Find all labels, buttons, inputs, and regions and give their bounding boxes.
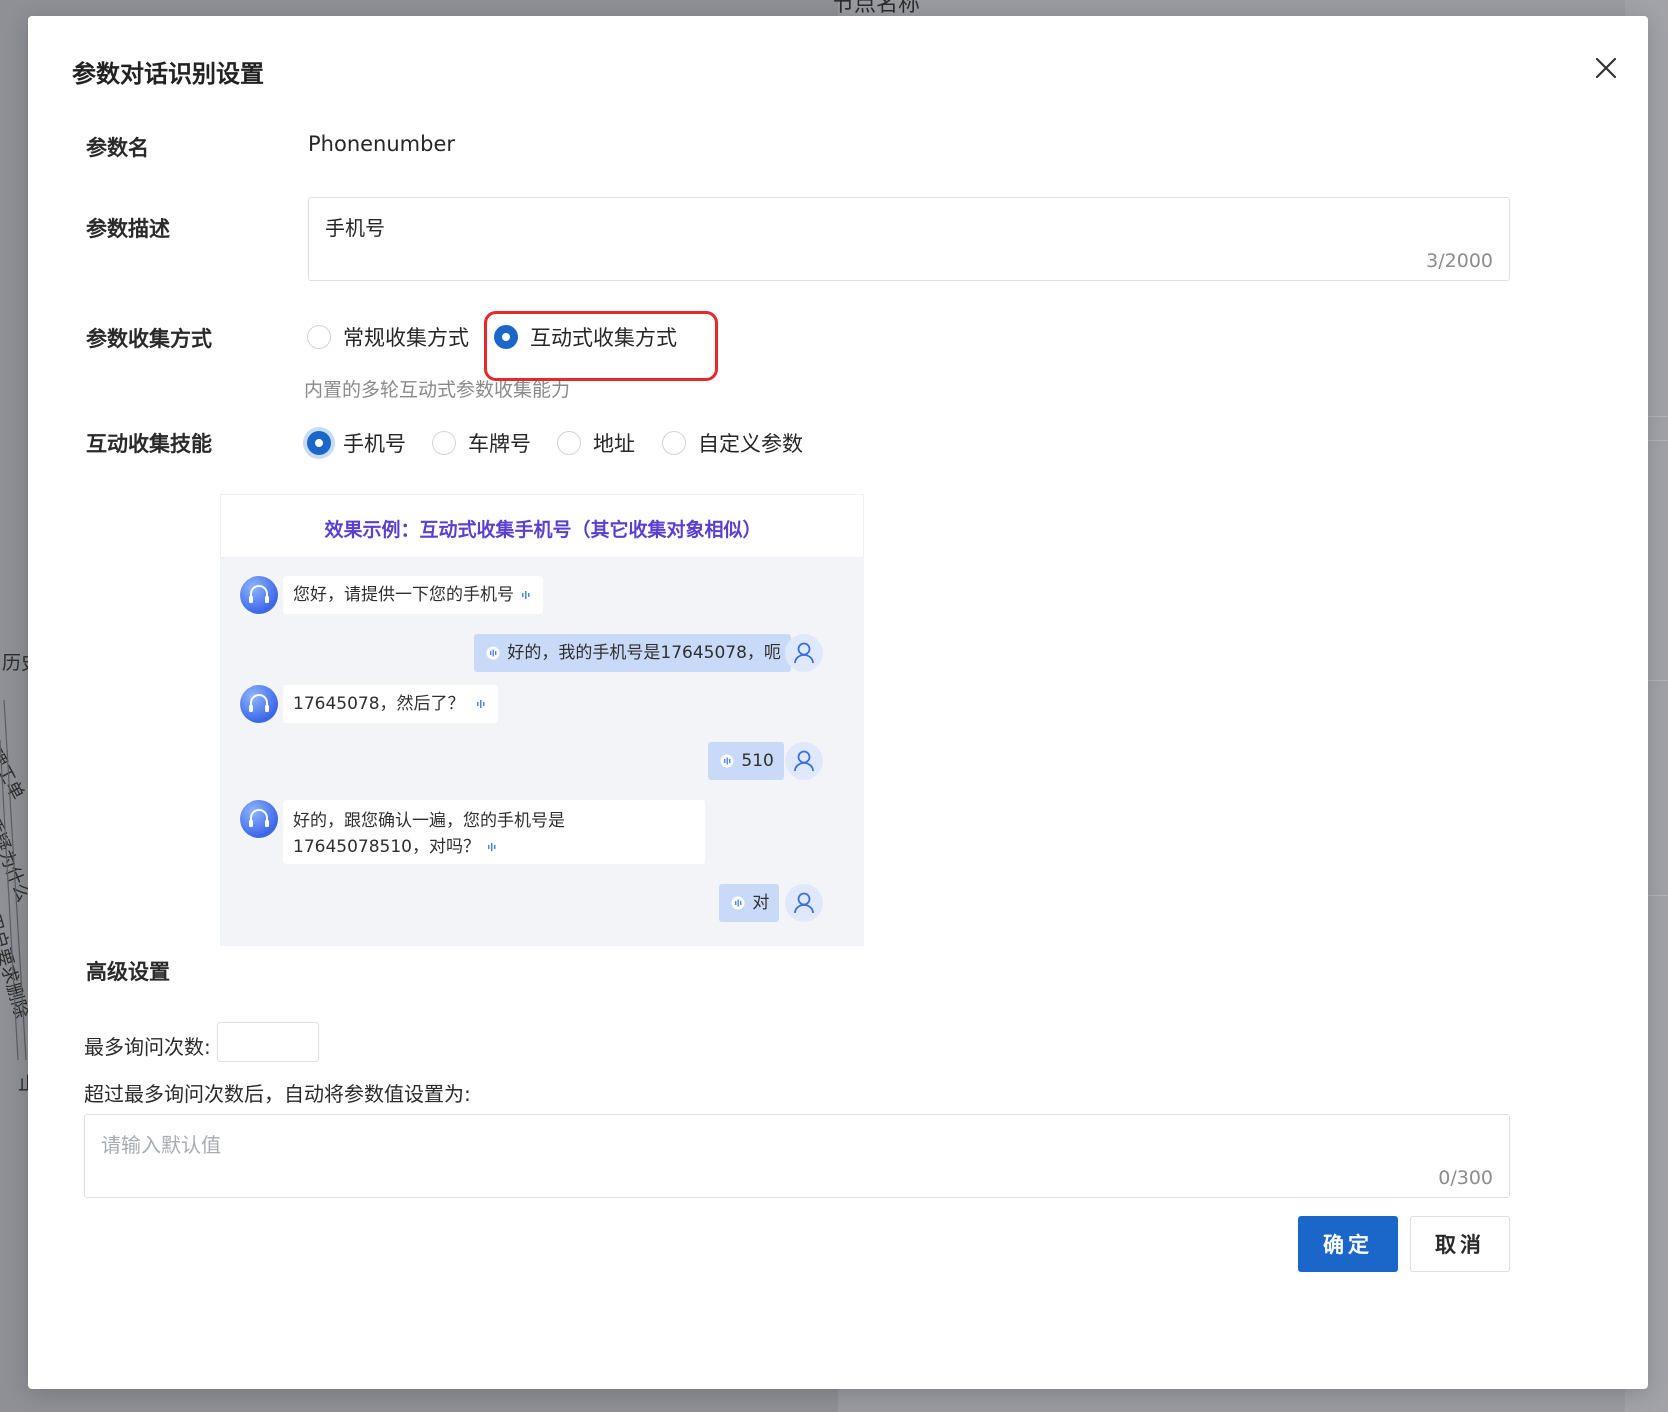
annotation-highlight-box (484, 311, 718, 381)
chat-message-user: 510 (708, 742, 784, 780)
close-icon (1595, 57, 1617, 79)
max-ask-input[interactable] (217, 1022, 319, 1062)
chat-message-bot: 您好，请提供一下您的手机号 (283, 576, 544, 614)
close-button[interactable] (1588, 50, 1624, 86)
headset-icon (249, 809, 269, 827)
headset-icon (249, 694, 269, 712)
chat-message-user: 好的，我的手机号是17645078，呃 (474, 634, 791, 672)
default-value-label: 超过最多询问次数后，自动将参数值设置为: (84, 1082, 471, 1106)
confirm-button[interactable]: 确定 (1298, 1216, 1398, 1272)
param-desc-label: 参数描述 (86, 217, 170, 241)
cancel-button[interactable]: 取消 (1410, 1216, 1510, 1272)
param-desc-textarea[interactable]: 手机号 3/2000 (308, 197, 1510, 281)
radio-circle (662, 431, 686, 455)
chat-text: 好的，跟您确认一遍，您的手机号是17645078510，对吗？ (293, 811, 565, 857)
radio-skill-plate[interactable]: 车牌号 (432, 428, 531, 458)
chat-message-bot: 17645078，然后了？ (283, 685, 498, 723)
bot-avatar (240, 685, 278, 723)
voice-wave-icon (731, 896, 745, 910)
voice-wave-icon (720, 754, 734, 768)
chat-text: 17645078，然后了？ (293, 694, 465, 714)
radio-skill-phone[interactable]: 手机号 (307, 428, 406, 458)
example-header: 效果示例：互动式收集手机号（其它收集对象相似） (220, 494, 864, 558)
radio-label: 地址 (593, 432, 635, 456)
bot-avatar (240, 576, 278, 614)
chat-message-user: 对 (719, 884, 780, 922)
user-avatar (785, 634, 823, 672)
chat-text: 您好，请提供一下您的手机号 (293, 585, 514, 605)
param-name-label: 参数名 (86, 136, 149, 160)
advanced-settings-title: 高级设置 (86, 960, 170, 984)
user-avatar (785, 884, 823, 922)
voice-wave-icon (522, 591, 530, 599)
radio-label: 车牌号 (468, 432, 531, 456)
collect-method-label: 参数收集方式 (86, 327, 212, 351)
dialog-title: 参数对话识别设置 (72, 60, 264, 88)
radio-label: 手机号 (343, 432, 406, 456)
voice-wave-icon (486, 646, 500, 660)
param-desc-char-count: 3/2000 (1426, 250, 1493, 272)
radio-label: 常规收集方式 (343, 326, 469, 350)
param-name-value: Phonenumber (308, 132, 456, 156)
example-title: 效果示例：互动式收集手机号（其它收集对象相似） (324, 519, 762, 541)
voice-wave-icon (476, 700, 485, 708)
param-desc-text: 手机号 (325, 216, 385, 240)
chat-message-bot: 好的，跟您确认一遍，您的手机号是17645078510，对吗？ (283, 800, 705, 864)
radio-circle (432, 431, 456, 455)
chat-text: 好的，我的手机号是17645078，呃 (507, 643, 781, 663)
chat-text: 对 (752, 893, 770, 913)
radio-circle (307, 325, 331, 349)
radio-skill-address[interactable]: 地址 (557, 428, 635, 458)
voice-wave-icon (488, 843, 496, 851)
user-icon (794, 642, 814, 664)
radio-skill-custom[interactable]: 自定义参数 (662, 428, 803, 458)
default-value-textarea[interactable]: 请输入默认值 0/300 (84, 1114, 1510, 1198)
skill-label: 互动收集技能 (86, 432, 212, 456)
default-value-placeholder: 请输入默认值 (101, 1133, 221, 1157)
radio-label: 自定义参数 (698, 432, 803, 456)
bot-avatar (240, 800, 278, 838)
chat-text: 510 (741, 751, 774, 771)
max-ask-label: 最多询问次数: (84, 1035, 211, 1059)
background-connector-lines (0, 700, 27, 1060)
user-avatar (785, 742, 823, 780)
user-icon (794, 892, 814, 914)
user-icon (794, 750, 814, 772)
radio-normal-collect[interactable]: 常规收集方式 (307, 322, 469, 352)
radio-circle (557, 431, 581, 455)
radio-circle (307, 431, 331, 455)
default-value-char-count: 0/300 (1438, 1167, 1493, 1189)
headset-icon (249, 585, 269, 603)
example-panel: 效果示例：互动式收集手机号（其它收集对象相似） 您好，请提供一下您的手机号 好的… (220, 494, 864, 946)
